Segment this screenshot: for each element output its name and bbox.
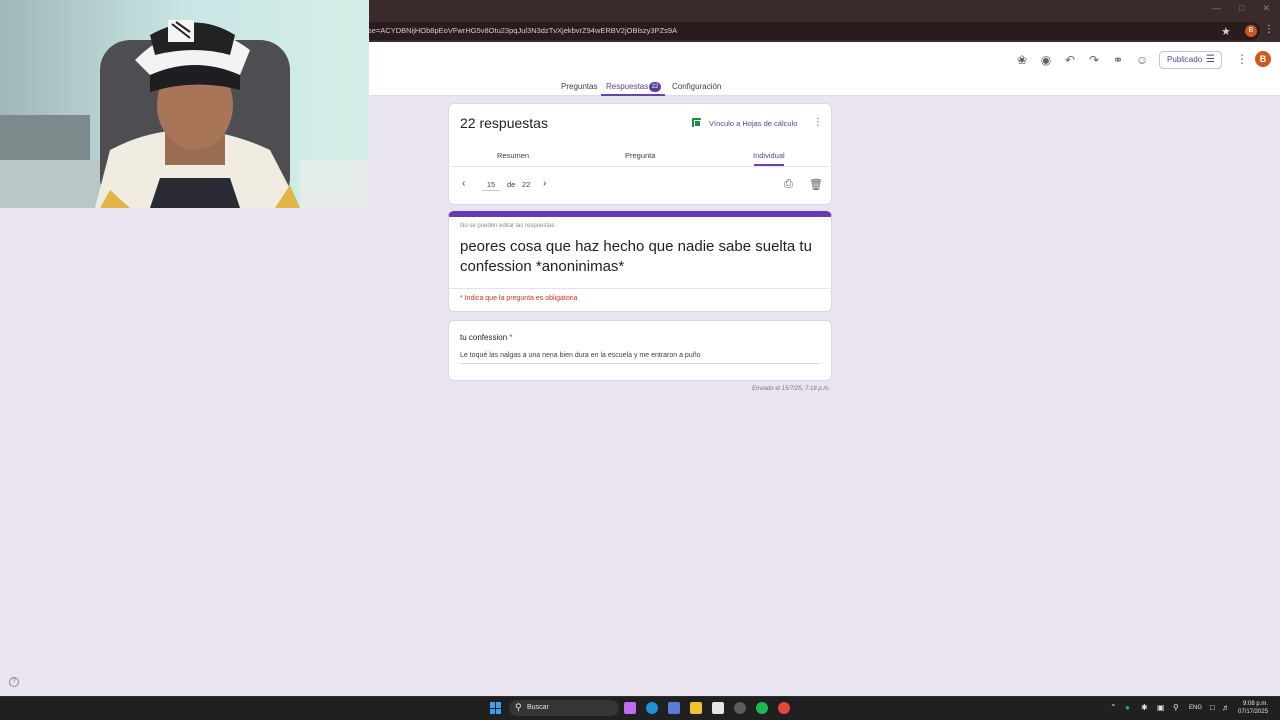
subtab-resumen[interactable]: Resumen bbox=[497, 151, 529, 160]
undo-icon[interactable]: ↶ bbox=[1063, 53, 1077, 67]
of-label: de bbox=[507, 180, 516, 189]
published-button[interactable]: Publicado ☰ bbox=[1159, 51, 1222, 69]
bookmark-star-icon[interactable]: ★ bbox=[1221, 25, 1231, 38]
sheets-icon[interactable] bbox=[692, 118, 701, 127]
link-to-sheets[interactable]: Vínculo a Hojas de cálculo bbox=[709, 119, 797, 128]
network-icon[interactable]: □ bbox=[1210, 703, 1215, 712]
webcam-overlay bbox=[0, 0, 369, 208]
file-explorer-icon[interactable] bbox=[690, 702, 702, 714]
question-label: tu confession * bbox=[460, 333, 513, 342]
tune-icon: ☰ bbox=[1206, 54, 1215, 65]
preview-eye-icon[interactable]: ◉ bbox=[1039, 53, 1053, 67]
system-clock[interactable]: 9:08 p.m. 07/17/2025 bbox=[1238, 700, 1268, 716]
tray-spotify-icon[interactable]: ● bbox=[1125, 703, 1130, 712]
tray-mic-icon[interactable]: ⚲ bbox=[1173, 703, 1179, 712]
responses-count-badge: 22 bbox=[649, 82, 661, 92]
obs-app-icon[interactable] bbox=[734, 702, 746, 714]
no-edit-note: No se pueden editar las respuestas bbox=[460, 223, 555, 229]
spotify-app-icon[interactable] bbox=[756, 702, 768, 714]
question-text: tu confession bbox=[460, 333, 508, 342]
active-tab-indicator bbox=[601, 94, 665, 96]
published-label: Publicado bbox=[1167, 55, 1203, 64]
question-card bbox=[448, 320, 832, 381]
minimize-icon[interactable]: — bbox=[1212, 3, 1221, 14]
form-title: peores cosa que haz hecho que nadie sabe… bbox=[460, 238, 812, 275]
answer-text: Le toqué las nalgas a una nena bien dura… bbox=[460, 352, 820, 364]
responses-title: 22 respuestas bbox=[460, 115, 548, 131]
palette-icon[interactable]: ❀ bbox=[1015, 53, 1029, 67]
windows-start-icon[interactable] bbox=[490, 702, 502, 714]
account-avatar[interactable]: B bbox=[1255, 51, 1271, 67]
more-options-icon[interactable]: ⋮ bbox=[1236, 52, 1248, 66]
window-controls: — □ ✕ bbox=[1212, 3, 1270, 14]
required-mark: * bbox=[509, 333, 513, 342]
divider bbox=[448, 166, 832, 167]
taskbar bbox=[0, 696, 1280, 720]
divider bbox=[448, 288, 832, 289]
required-note: * Indica que la pregunta es obligatoria bbox=[460, 295, 578, 302]
browser-menu-icon[interactable]: ⋮ bbox=[1264, 24, 1274, 35]
previous-response-icon[interactable]: ‹ bbox=[462, 178, 465, 189]
tray-chevron-icon[interactable]: ⌃ bbox=[1110, 703, 1117, 712]
store-app-icon[interactable] bbox=[668, 702, 680, 714]
search-icon: ⚲ bbox=[515, 702, 522, 712]
tray-bluetooth-icon[interactable]: ✱ bbox=[1141, 703, 1148, 712]
tab-respuestas[interactable]: Respuestas bbox=[606, 82, 648, 91]
tab-preguntas[interactable]: Preguntas bbox=[561, 82, 597, 91]
webcam-image bbox=[0, 0, 369, 208]
clock-time: 9:08 p.m. bbox=[1243, 701, 1269, 707]
volume-icon[interactable]: ♬ bbox=[1222, 703, 1230, 712]
maximize-icon[interactable]: □ bbox=[1239, 3, 1244, 14]
browser-profile-avatar[interactable]: B bbox=[1245, 25, 1257, 37]
capcut-app-icon[interactable] bbox=[712, 702, 724, 714]
help-icon[interactable]: ? bbox=[9, 677, 19, 687]
response-number-input[interactable]: 15 bbox=[482, 178, 500, 191]
chrome-app-icon[interactable] bbox=[778, 702, 790, 714]
print-icon[interactable]: ⎙ bbox=[784, 178, 793, 191]
delete-icon[interactable]: 🗑 bbox=[809, 178, 823, 191]
search-label: Buscar bbox=[527, 704, 549, 711]
url-text[interactable]: se=ACYDBNijHOb8pEoVFwrHG5v8Otu23pqJul3N3… bbox=[368, 26, 677, 35]
redo-icon[interactable]: ↷ bbox=[1087, 53, 1101, 67]
edge-app-icon[interactable] bbox=[646, 702, 658, 714]
total-responses: 22 bbox=[522, 180, 531, 189]
taskbar-search[interactable] bbox=[509, 700, 619, 716]
subtab-pregunta[interactable]: Pregunta bbox=[625, 151, 655, 160]
clock-date: 07/17/2025 bbox=[1238, 709, 1269, 715]
link-icon[interactable]: ⚭ bbox=[1111, 53, 1125, 67]
close-icon[interactable]: ✕ bbox=[1262, 3, 1270, 14]
add-collaborator-icon[interactable]: ☺ bbox=[1135, 53, 1149, 67]
language-indicator[interactable]: ENG bbox=[1189, 705, 1202, 711]
tab-configuracion[interactable]: Configuración bbox=[672, 82, 721, 91]
copilot-app-icon[interactable] bbox=[624, 702, 636, 714]
tray-app-icon[interactable]: ▣ bbox=[1157, 703, 1165, 712]
next-response-icon[interactable]: › bbox=[543, 178, 546, 189]
subtab-individual[interactable]: Individual bbox=[753, 151, 785, 160]
responses-more-icon[interactable]: ⋮ bbox=[813, 117, 823, 128]
sent-timestamp: Enviado el 15/7/25, 7:18 p.m. bbox=[752, 386, 831, 392]
